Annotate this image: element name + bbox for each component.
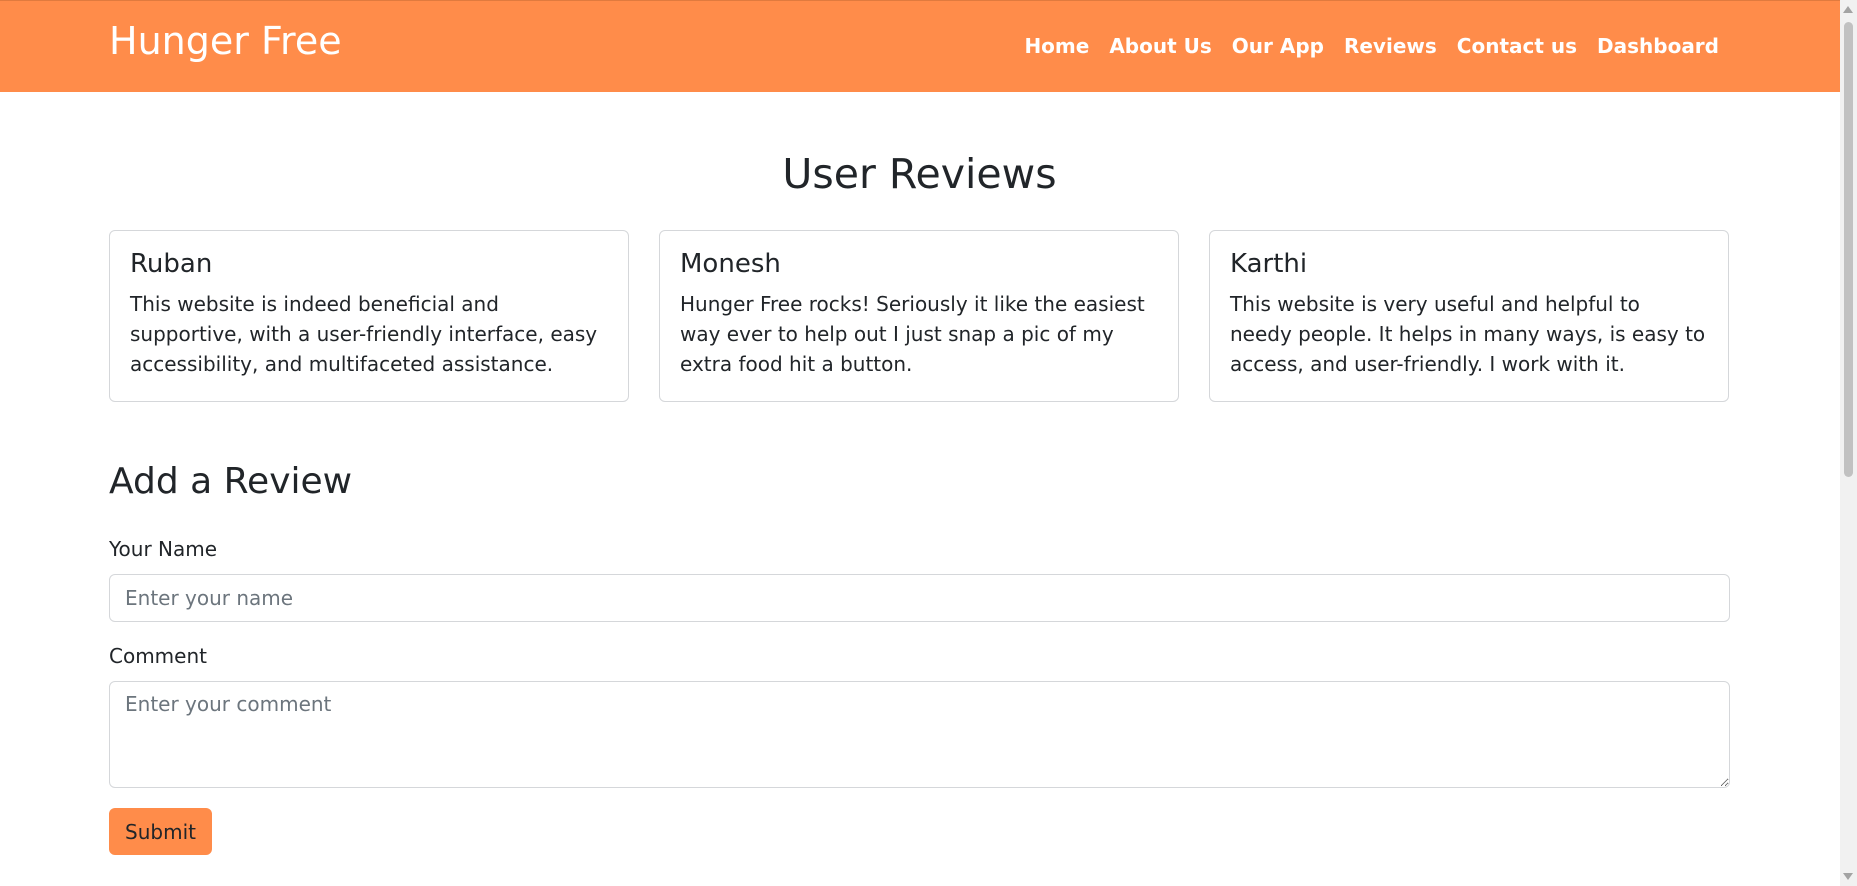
nav-link-home[interactable]: Home bbox=[1024, 34, 1089, 58]
name-input[interactable] bbox=[109, 574, 1730, 622]
scroll-up-arrow-icon[interactable] bbox=[1843, 6, 1853, 13]
nav-link-reviews[interactable]: Reviews bbox=[1344, 34, 1437, 58]
add-review-title: Add a Review bbox=[109, 461, 353, 502]
scroll-down-arrow-icon[interactable] bbox=[1843, 873, 1853, 880]
reviews-section-title: User Reviews bbox=[782, 150, 1057, 198]
submit-button[interactable]: Submit bbox=[109, 808, 212, 855]
review-author: Monesh bbox=[680, 249, 781, 279]
nav-link-about-us[interactable]: About Us bbox=[1109, 34, 1211, 58]
review-card: Ruban This website is indeed beneficial … bbox=[109, 230, 629, 402]
reviews-list: Ruban This website is indeed beneficial … bbox=[109, 230, 1730, 402]
nav-link-contact-us[interactable]: Contact us bbox=[1457, 34, 1577, 58]
review-card: Karthi This website is very useful and h… bbox=[1209, 230, 1729, 402]
comment-textarea[interactable] bbox=[109, 681, 1730, 788]
nav-link-our-app[interactable]: Our App bbox=[1232, 34, 1324, 58]
review-author: Karthi bbox=[1230, 249, 1308, 279]
nav-links: Home About Us Our App Reviews Contact us… bbox=[1024, 34, 1719, 58]
review-author: Ruban bbox=[130, 249, 213, 279]
name-label: Your Name bbox=[109, 537, 218, 561]
review-card: Monesh Hunger Free rocks! Seriously it l… bbox=[659, 230, 1179, 402]
navbar: Hunger Free Home About Us Our App Review… bbox=[0, 0, 1840, 92]
page: Hunger Free Home About Us Our App Review… bbox=[0, 0, 1857, 886]
review-text: This website is indeed beneficial and su… bbox=[130, 292, 598, 376]
nav-link-dashboard[interactable]: Dashboard bbox=[1597, 34, 1719, 58]
comment-label: Comment bbox=[109, 644, 207, 668]
review-text: Hunger Free rocks! Seriously it like the… bbox=[680, 292, 1145, 376]
brand-logo-link[interactable]: Hunger Free bbox=[109, 19, 342, 63]
review-text: This website is very useful and helpful … bbox=[1230, 292, 1706, 376]
scrollbar-thumb[interactable] bbox=[1844, 22, 1853, 477]
vertical-scrollbar[interactable] bbox=[1840, 0, 1857, 886]
